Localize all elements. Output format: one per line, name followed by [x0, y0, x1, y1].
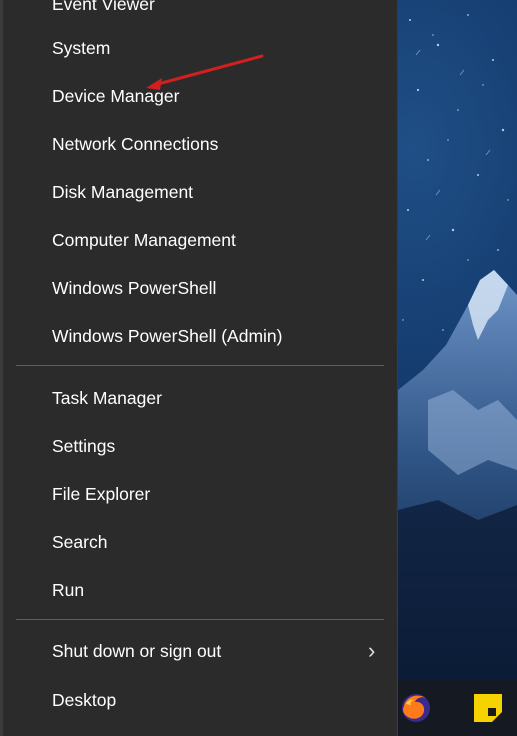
menu-item-label: Windows PowerShell — [52, 277, 217, 298]
menu-item-label: Windows PowerShell (Admin) — [52, 325, 283, 346]
menu-item-task-manager[interactable]: Task Manager — [0, 374, 398, 422]
menu-separator — [16, 619, 384, 620]
chevron-right-icon: › — [368, 638, 376, 663]
menu-item-label: Network Connections — [52, 133, 219, 154]
menu-item-disk-management[interactable]: Disk Management — [0, 168, 398, 216]
firefox-icon[interactable] — [398, 690, 434, 726]
menu-item-label: Event Viewer — [52, 0, 155, 14]
sticky-notes-icon[interactable] — [470, 690, 506, 726]
menu-item-settings[interactable]: Settings — [0, 422, 398, 470]
menu-item-label: Task Manager — [52, 387, 162, 408]
menu-item-label: System — [52, 37, 111, 58]
menu-item-shut-down-or-sign-out[interactable]: Shut down or sign out › — [0, 627, 398, 675]
mountain-landscape — [398, 250, 517, 680]
menu-item-label: Settings — [52, 435, 116, 456]
menu-separator — [16, 365, 384, 366]
menu-item-label: Shut down or sign out — [52, 640, 222, 661]
menu-item-label: Disk Management — [52, 181, 194, 202]
menu-item-device-manager[interactable]: Device Manager — [0, 72, 398, 120]
menu-item-desktop[interactable]: Desktop — [0, 676, 398, 724]
menu-item-label: File Explorer — [52, 483, 151, 504]
menu-item-label: Computer Management — [52, 229, 236, 250]
menu-item-windows-powershell-admin[interactable]: Windows PowerShell (Admin) — [0, 312, 398, 360]
menu-item-file-explorer[interactable]: File Explorer — [0, 470, 398, 518]
menu-item-label: Desktop — [52, 689, 117, 710]
taskbar — [398, 680, 517, 736]
menu-item-network-connections[interactable]: Network Connections — [0, 120, 398, 168]
menu-item-search[interactable]: Search — [0, 518, 398, 566]
power-user-menu: Event Viewer System Device Manager Netwo… — [0, 0, 398, 736]
menu-item-label: Device Manager — [52, 85, 180, 106]
menu-item-windows-powershell[interactable]: Windows PowerShell — [0, 264, 398, 312]
menu-item-system[interactable]: System — [0, 24, 398, 72]
menu-item-run[interactable]: Run — [0, 566, 398, 614]
menu-item-computer-management[interactable]: Computer Management — [0, 216, 398, 264]
menu-item-label: Search — [52, 531, 108, 552]
menu-item-label: Run — [52, 579, 85, 600]
